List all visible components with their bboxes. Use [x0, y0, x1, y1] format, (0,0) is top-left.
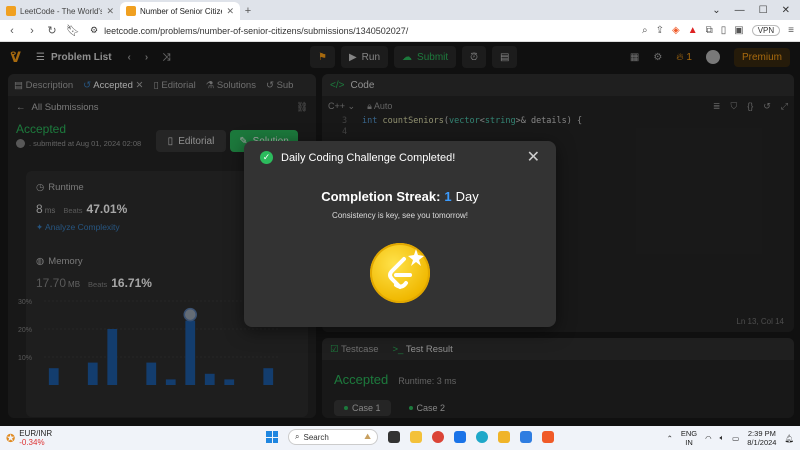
edge-icon[interactable] — [476, 431, 488, 443]
chevron-up-icon[interactable]: ⌃ — [667, 434, 673, 443]
url-text: leetcode.com/problems/number-of-senior-c… — [104, 25, 409, 36]
completion-streak: Completion Streak: 1 Day — [321, 189, 479, 204]
ticker-change: -0.34% — [19, 438, 45, 447]
close-window-icon[interactable]: ✕ — [782, 5, 790, 16]
windows-start-icon[interactable] — [266, 431, 278, 443]
brave-browser-icon[interactable] — [542, 431, 554, 443]
taskbar-search[interactable]: ⌕ Search ⛰ — [288, 429, 378, 445]
browser-tabbar: LeetCode - The World's Leading Or ✕ Numb… — [0, 0, 800, 20]
back-icon[interactable]: ‹ — [6, 25, 18, 37]
chevron-down-icon[interactable]: ⌄ — [712, 5, 720, 16]
close-icon[interactable]: ✕ — [106, 6, 114, 17]
input-language[interactable]: ENG IN — [681, 429, 697, 447]
tab-title: Number of Senior Citizens - Le — [140, 6, 222, 16]
ticker-widget[interactable]: ✪ EUR/INR -0.34% — [6, 429, 52, 447]
task-view-icon[interactable] — [388, 431, 400, 443]
ticker-icon: ✪ — [6, 432, 16, 445]
bookmark-icon[interactable]: 🔖︎ — [66, 24, 80, 37]
wallet-icon[interactable]: ▣ — [734, 25, 743, 36]
check-circle-icon: ✓ — [260, 151, 273, 164]
coin-emblem-icon — [388, 249, 424, 289]
clock[interactable]: 2:39 PM 8/1/2024 — [747, 429, 776, 447]
brave-rewards-icon[interactable]: ▲ — [688, 25, 698, 36]
modal-header: ✓ Daily Coding Challenge Completed! — [260, 151, 455, 164]
browser-tab-leetcode[interactable]: LeetCode - The World's Leading Or ✕ — [0, 2, 120, 20]
leetcode-coin-icon — [370, 243, 430, 303]
modal-message: Consistency is key, see you tomorrow! — [332, 211, 468, 220]
daily-challenge-modal: ✓ Daily Coding Challenge Completed! ✕ Co… — [244, 141, 556, 327]
extensions-icon[interactable]: ⧉ — [706, 25, 713, 36]
menu-icon[interactable]: ≡ — [788, 25, 794, 36]
browser-actions: ⌕ ⇪ ◈ ▲ ⧉ ▯ ▣ VPN ≡ — [642, 25, 794, 36]
file-explorer-icon[interactable] — [410, 431, 422, 443]
vpn-button[interactable]: VPN — [751, 25, 781, 36]
forward-icon[interactable]: › — [26, 25, 38, 37]
sidebar-icon[interactable]: ▯ — [721, 25, 727, 36]
folder-icon[interactable] — [498, 431, 510, 443]
windows-taskbar: ✪ EUR/INR -0.34% ⌕ Search ⛰ ⌃ ENG IN ◠ 🔈︎ … — [0, 426, 800, 450]
ticker-name: EUR/INR — [19, 429, 53, 438]
chrome-icon[interactable] — [432, 431, 444, 443]
window-controls: ⌄ — ☐ ✕ — [712, 0, 800, 20]
close-icon[interactable]: ✕ — [226, 6, 234, 17]
tab-title: LeetCode - The World's Leading Or — [20, 6, 103, 16]
search-highlight-icon: ⛰ — [364, 432, 371, 441]
new-tab-button[interactable]: + — [240, 2, 256, 20]
store-icon[interactable] — [520, 431, 532, 443]
share-icon[interactable]: ⇪ — [656, 25, 664, 36]
maximize-icon[interactable]: ☐ — [759, 5, 768, 16]
reload-icon[interactable]: ↻ — [46, 24, 58, 37]
system-tray: ⌃ ENG IN ◠ 🔈︎ ▭ 2:39 PM 8/1/2024 🔔︎ — [667, 429, 794, 447]
volume-icon[interactable]: 🔈︎ — [720, 433, 725, 443]
notification-icon[interactable]: 🔔︎ — [784, 434, 794, 443]
leetcode-favicon-icon — [126, 6, 136, 16]
search-icon: ⌕ — [295, 432, 300, 441]
minimize-icon[interactable]: — — [735, 5, 745, 16]
site-info-icon[interactable]: ⚙ — [90, 25, 98, 36]
zoom-icon[interactable]: ⌕ — [642, 25, 648, 36]
brave-shield-icon[interactable]: ◈ — [672, 25, 680, 36]
address-bar-row: ‹ › ↻ 🔖︎ ⚙ leetcode.com/problems/number-… — [0, 20, 800, 42]
modal-title: Daily Coding Challenge Completed! — [281, 151, 456, 164]
wifi-icon[interactable]: ◠ — [705, 434, 712, 443]
battery-icon[interactable]: ▭ — [732, 434, 739, 443]
mail-icon[interactable] — [454, 431, 466, 443]
taskbar-apps: ⌕ Search ⛰ — [266, 429, 554, 445]
leetcode-favicon-icon — [6, 6, 16, 16]
url-input[interactable]: ⚙ leetcode.com/problems/number-of-senior… — [86, 23, 634, 39]
browser-tab-problem[interactable]: Number of Senior Citizens - Le ✕ — [120, 2, 240, 20]
modal-close-button[interactable]: ✕ — [527, 147, 540, 167]
